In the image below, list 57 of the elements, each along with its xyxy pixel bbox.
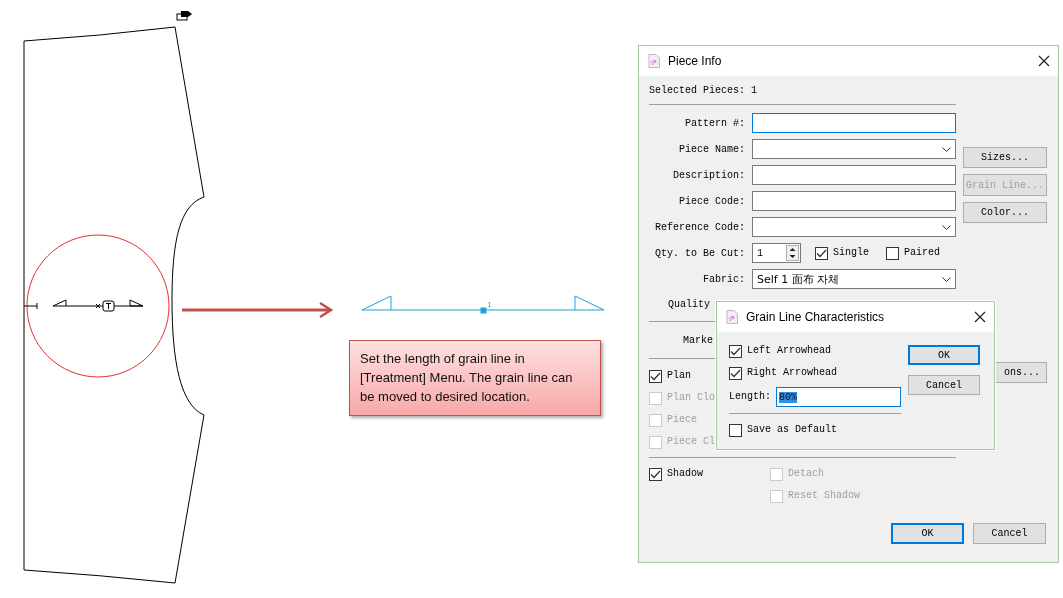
chevron-down-icon [942,146,951,152]
input-field[interactable] [752,191,956,211]
combo-box[interactable] [752,217,956,237]
checkbox[interactable] [886,246,899,260]
field-label: Description: [672,169,745,181]
field-label: Piece Code: [678,195,745,207]
checkbox[interactable] [729,423,742,437]
grain-line-label: 1 [487,300,492,309]
combo-box[interactable]: Self 1 面布 자체 [752,269,956,289]
field-label: Qty. to Be Cut: [654,247,745,259]
chevron-down-icon [942,224,951,230]
checkbox[interactable] [815,246,828,260]
field-label: Fabric: [702,273,745,285]
chevron-down-icon [942,276,951,282]
selected-count: Selected Pieces: 1 [649,84,758,98]
dialog-button[interactable]: OK [891,523,964,544]
field-label: Pattern #: [684,117,745,129]
callout-note: Set the length of grain line in [Treatment] Menu. The grain line can be moved to desired location. [349,340,601,416]
checkbox-label: Single [833,246,869,260]
window-title: Piece Info [668,54,723,68]
side-button[interactable]: Color... [963,202,1047,223]
spin-box[interactable]: 1 [752,243,801,263]
checkbox[interactable] [729,366,742,380]
dialog-button[interactable]: Cancel [973,523,1046,544]
field-label: Marke [683,334,713,348]
input-field[interactable] [752,113,956,133]
checkbox[interactable] [649,369,662,383]
spin-arrows-icon[interactable] [786,245,799,261]
checkbox-label: Piece Cl [667,435,715,449]
checkbox[interactable] [729,344,742,358]
checkbox-label: Save as Default [747,423,837,437]
checkbox-label: Piece [667,413,697,427]
dialog-button[interactable]: OK [908,345,980,365]
checkbox-label: Right Arrowhead [747,366,837,380]
checkbox[interactable] [649,467,662,481]
close-icon[interactable] [1038,55,1050,67]
checkbox-label: Reset Shadow [788,489,860,503]
document-icon [648,54,660,68]
field-label: Reference Code: [654,221,745,233]
checkbox-label: Plan Clo [667,391,715,405]
field-label: Quality [668,298,710,312]
checkbox-label: Detach [788,467,824,481]
dialog-button[interactable]: Cancel [908,375,980,395]
checkbox-label: Plan [667,369,691,383]
cursor-icon [176,11,192,21]
checkbox-label: Shadow [667,467,703,481]
close-icon[interactable] [974,311,986,323]
window-title: Grain Line Characteristics [746,310,886,324]
combo-box[interactable] [752,139,956,159]
field-label: Length: [729,390,772,404]
checkbox-label: Paired [904,246,941,260]
side-button[interactable]: Sizes... [963,147,1047,168]
input-field[interactable]: 80% [776,387,901,407]
field-label: Piece Name: [678,143,745,155]
document-icon [726,310,738,324]
input-field[interactable] [752,165,956,185]
checkbox-label: Left Arrowhead [747,344,831,358]
